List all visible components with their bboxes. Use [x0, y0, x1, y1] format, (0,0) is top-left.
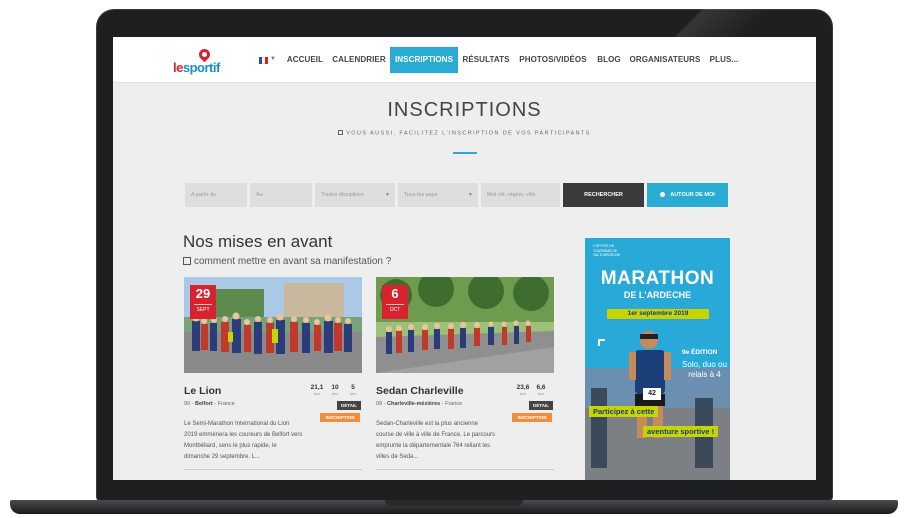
date-to-input[interactable]: Au	[250, 183, 312, 207]
nav-plus[interactable]: PLUS...	[705, 48, 743, 72]
distance-stat: 10 km	[331, 384, 339, 396]
marathon-ardeche-ad[interactable]: L'OFFICE DE TOURISME DE VAL'D'ARDÈCHE MA…	[585, 238, 730, 480]
french-flag-icon[interactable]	[259, 57, 268, 64]
event-photo[interactable]: 6 OCT	[376, 277, 554, 373]
distance-stats: 21,1 km 10 km 5 km	[308, 384, 362, 396]
external-link-icon	[183, 256, 191, 265]
external-link-icon	[338, 130, 344, 135]
detail-button[interactable]: DÉTAIL	[529, 401, 553, 410]
ad-subtitle: DE L'ARDECHE	[623, 290, 692, 300]
event-description: Le Semi-Marathon International du Lion 2…	[184, 421, 303, 460]
title-divider	[453, 152, 477, 154]
nav-accueil[interactable]: ACCUEIL	[283, 48, 327, 72]
date-badge: 29 SEPT	[190, 285, 216, 319]
card-divider	[376, 469, 554, 470]
laptop-notch	[385, 500, 523, 506]
detail-button[interactable]: DÉTAIL	[337, 401, 361, 410]
ad-race-bib: 42	[643, 388, 661, 400]
ad-edition: 9e ÉDITION	[682, 349, 718, 356]
event-card-sedan-charleville[interactable]: 6 OCT Sedan Charleville 08 - Charleville…	[376, 277, 554, 480]
nav-calendrier[interactable]: CALENDRIER	[331, 48, 387, 72]
event-card-le-lion[interactable]: 29 SEPT Le Lion 90 - Belfort - France 21…	[184, 277, 362, 480]
featured-heading: Nos mises en avant	[183, 232, 333, 251]
inscription-button[interactable]: INSCRIPTION	[320, 413, 360, 422]
event-description: Sedan-Charleville est la plus ancienne c…	[376, 421, 496, 460]
country-select[interactable]: Tous les pays ▼	[398, 183, 478, 207]
distance-stat: 23,6 km	[516, 384, 530, 396]
event-name[interactable]: Sedan Charleville	[376, 385, 464, 397]
distance-stats: 23,6 km 6,6 km	[514, 384, 550, 396]
date-badge: 6 OCT	[382, 285, 408, 319]
nav-inscriptions[interactable]: INSCRIPTIONS	[390, 47, 458, 73]
discipline-select[interactable]: Toutes disciplines ▼	[315, 183, 395, 207]
card-divider	[184, 469, 362, 470]
logo-wordmark: lesportif	[173, 60, 220, 75]
main-navbar: lesportif ▼ ACCUEIL CALENDRIER INSCRIPTI…	[113, 37, 816, 83]
event-location: 08 - Charleville-mézières - France	[376, 401, 463, 407]
keyword-input[interactable]: Mot clé, région, ville	[481, 183, 560, 207]
nav-resultats[interactable]: RÉSULTATS	[461, 48, 511, 72]
nav-photos-videos[interactable]: PHOTOS/VIDÉOS	[516, 48, 590, 72]
page-subtitle: VOUS AUSSI, FACILITEZ L'INSCRIPTION DE V…	[113, 130, 816, 137]
ad-title: MARATHON	[600, 268, 715, 289]
page-title: INSCRIPTIONS	[387, 99, 542, 121]
search-button[interactable]: RECHERCHER	[563, 183, 644, 207]
ad-formats: Solo, duo ou relais à 4	[682, 360, 727, 379]
ad-office-label: L'OFFICE DE TOURISME DE VAL'D'ARDÈCHE	[593, 244, 621, 257]
site-logo[interactable]: lesportif	[173, 46, 235, 75]
distance-stat: 6,6 km	[536, 384, 546, 396]
ad-tagline-2: aventure sportive !	[643, 426, 719, 437]
ad-date: 1er septembre 2019	[607, 309, 709, 319]
inscription-button[interactable]: INSCRIPTION	[512, 413, 552, 422]
event-location: 90 - Belfort - France	[184, 401, 235, 407]
location-icon	[660, 191, 666, 197]
ad-tagline-1: Participez à cette	[589, 406, 659, 417]
near-me-button[interactable]: AUTOUR DE MOI	[647, 183, 728, 207]
date-from-input[interactable]: A partir du	[185, 183, 247, 207]
event-name[interactable]: Le Lion	[184, 385, 221, 397]
event-photo[interactable]: 29 SEPT	[184, 277, 362, 373]
featured-info-link[interactable]: comment mettre en avant sa manifestation…	[183, 256, 391, 267]
laptop-mockup: lesportif ▼ ACCUEIL CALENDRIER INSCRIPTI…	[0, 0, 908, 518]
chevron-down-icon: ▼	[468, 192, 473, 198]
distance-stat: 5 km	[350, 384, 356, 396]
chevron-down-icon: ▼	[385, 192, 390, 198]
chevron-down-icon[interactable]: ▼	[270, 56, 276, 62]
nav-organisateurs[interactable]: ORGANISATEURS	[629, 48, 701, 72]
nav-blog[interactable]: BLOG	[593, 48, 625, 72]
distance-stat: 21,1 km	[310, 384, 324, 396]
browser-screen: lesportif ▼ ACCUEIL CALENDRIER INSCRIPTI…	[113, 37, 816, 480]
